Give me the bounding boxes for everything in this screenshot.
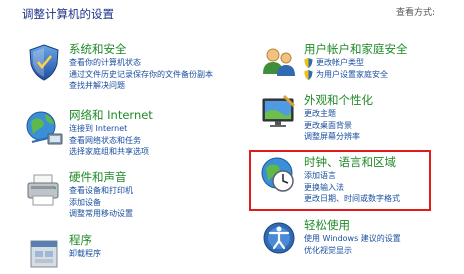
link-family-safety[interactable]: 为用户设置家庭安全 (304, 69, 408, 81)
uac-shield-icon (304, 69, 313, 80)
users-icon (263, 48, 295, 76)
link-file-history[interactable]: 通过文件历史记录保存你的文件备份副本 (69, 69, 213, 81)
view-by-label: 查看方式: (396, 8, 436, 18)
link-uninstall-program[interactable]: 卸载程序 (69, 248, 101, 260)
category-title-programs[interactable]: 程序 (69, 233, 101, 248)
category-programs: 程序 卸载程序 (24, 233, 254, 273)
uac-shield-icon (304, 58, 313, 68)
link-connect-internet[interactable]: 连接到 Internet (69, 123, 153, 135)
link-family-safety-label: 为用户设置家庭安全 (316, 69, 388, 79)
category-hardware-sound: 硬件和声音 查看设备和打印机 添加设备 调整常用移动设置 (24, 170, 254, 228)
link-mobility-settings[interactable]: 调整常用移动设置 (69, 208, 133, 220)
shield-icon (29, 44, 59, 81)
link-desktop-background[interactable]: 更改桌面背景 (304, 120, 373, 132)
link-screen-resolution[interactable]: 调整屏幕分辨率 (304, 131, 373, 143)
ease-of-access-icon (263, 222, 295, 254)
link-troubleshoot[interactable]: 查找并解决问题 (69, 80, 213, 92)
category-appearance: 外观和个性化 更改主题 更改桌面背景 调整屏幕分辨率 (259, 93, 459, 149)
link-recommended-settings[interactable]: 使用 Windows 建议的设置 (304, 233, 401, 245)
link-view-computer-status[interactable]: 查看你的计算机状态 (69, 57, 213, 69)
link-optimize-display[interactable]: 优化视觉显示 (304, 245, 401, 257)
highlight-box (249, 150, 431, 211)
category-ease-of-access: 轻松使用 使用 Windows 建议的设置 优化视觉显示 (259, 218, 459, 264)
link-devices-printers[interactable]: 查看设备和打印机 (69, 185, 133, 197)
globe-network-icon (26, 111, 63, 145)
category-title-system[interactable]: 系统和安全 (69, 42, 213, 57)
printer-icon (27, 174, 59, 206)
category-user-accounts: 用户帐户和家庭安全 更改帐户类型 为用户设置家庭安全 (259, 42, 459, 92)
category-title-hardware[interactable]: 硬件和声音 (69, 170, 133, 185)
category-title-users[interactable]: 用户帐户和家庭安全 (304, 42, 408, 57)
category-title-appearance[interactable]: 外观和个性化 (304, 93, 373, 108)
monitor-icon (262, 95, 295, 127)
link-change-account-type[interactable]: 更改帐户类型 (304, 57, 408, 69)
link-network-status[interactable]: 查看网络状态和任务 (69, 135, 153, 147)
page-title: 调整计算机的设置 (22, 7, 114, 21)
category-title-ease[interactable]: 轻松使用 (304, 218, 401, 233)
link-change-theme[interactable]: 更改主题 (304, 108, 373, 120)
link-add-device[interactable]: 添加设备 (69, 197, 133, 209)
link-change-account-type-label: 更改帐户类型 (316, 58, 364, 67)
category-title-network[interactable]: 网络和 Internet (69, 108, 153, 123)
link-homegroup[interactable]: 选择家庭组和共享选项 (69, 146, 153, 158)
programs-icon (30, 240, 58, 268)
category-network: 网络和 Internet 连接到 Internet 查看网络状态和任务 选择家庭… (24, 108, 254, 164)
category-system-security: 系统和安全 查看你的计算机状态 通过文件历史记录保存你的文件备份副本 查找并解决… (24, 42, 254, 100)
